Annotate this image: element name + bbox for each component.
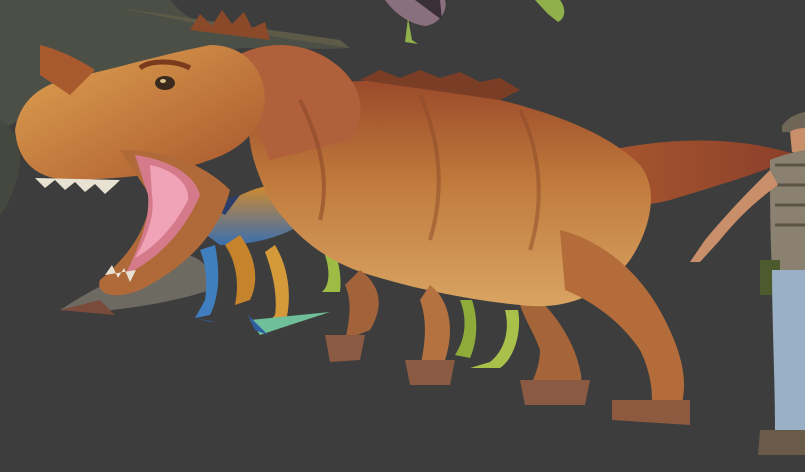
carnivore-dinosaur <box>15 10 800 425</box>
3d-viewport[interactable] <box>0 0 805 472</box>
bird-creature <box>385 0 565 44</box>
scene-render <box>0 0 805 455</box>
